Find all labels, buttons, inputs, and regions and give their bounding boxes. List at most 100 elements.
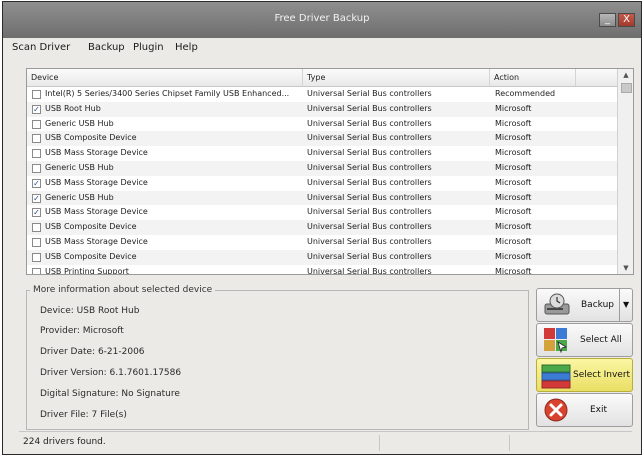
backup-label: Backup — [581, 300, 614, 310]
exit-button[interactable]: Exit — [536, 393, 633, 427]
scroll-up-icon[interactable]: ▲ — [618, 69, 633, 81]
row-checkbox[interactable] — [32, 149, 41, 159]
device-cell: Generic USB Hub — [45, 162, 114, 172]
type-cell: Universal Serial Bus controllers — [307, 162, 432, 172]
type-cell: Universal Serial Bus controllers — [307, 177, 432, 187]
row-checkbox[interactable] — [32, 90, 41, 99]
vertical-scrollbar[interactable]: ▲ ▼ — [617, 69, 633, 274]
action-cell: Microsoft — [495, 103, 532, 113]
device-cell: USB Composite Device — [45, 251, 137, 261]
device-info-legend: More information about selected device — [30, 285, 216, 295]
device-cell: Generic USB Hub — [45, 192, 114, 202]
menu-help[interactable]: Help — [175, 42, 198, 53]
status-text: 224 drivers found. — [23, 437, 106, 447]
row-checkbox[interactable] — [32, 267, 41, 274]
driver-rows: Intel(R) 5 Series/3400 Series Chipset Fa… — [27, 87, 617, 275]
menu-plugin[interactable]: Plugin — [133, 42, 164, 53]
app-window: Free Driver Backup _ X Scan Driver Backu… — [2, 1, 642, 455]
window-title: Free Driver Backup — [274, 13, 370, 24]
select-invert-button[interactable]: Select Invert — [536, 358, 633, 392]
table-row[interactable]: USB Printing Support Universal Serial Bus… — [27, 265, 617, 275]
column-header-action[interactable]: Action — [490, 69, 576, 86]
device-cell: USB Mass Storage Device — [45, 148, 148, 158]
scroll-down-icon[interactable]: ▼ — [618, 262, 633, 274]
row-checkbox[interactable] — [32, 223, 41, 233]
info-driver-file: Driver File: 7 File(s) — [40, 410, 127, 420]
backup-split-divider — [619, 289, 620, 321]
row-checkbox[interactable] — [32, 252, 41, 262]
table-row[interactable]: ✓ USB Mass Storage Device Universal Serial… — [27, 205, 617, 220]
table-row[interactable]: Intel(R) 5 Series/3400 Series Chipset Fa… — [27, 87, 617, 102]
type-cell: Universal Serial Bus controllers — [307, 236, 432, 246]
table-row[interactable]: USB Composite Device Universal Serial Bus… — [27, 249, 617, 265]
title-bar[interactable]: Free Driver Backup _ X — [3, 2, 641, 38]
action-cell: Microsoft — [495, 148, 532, 158]
device-cell: USB Composite Device — [45, 133, 137, 143]
device-cell: USB Composite Device — [45, 222, 137, 232]
info-provider: Provider: Microsoft — [40, 326, 124, 336]
type-cell: Universal Serial Bus controllers — [307, 133, 432, 143]
table-row[interactable]: Generic USB Hub Universal Serial Bus cont… — [27, 117, 617, 132]
select-all-icon — [543, 327, 569, 356]
action-cell: Microsoft — [495, 236, 532, 246]
row-checkbox[interactable] — [32, 134, 41, 144]
info-digital-signature: Digital Signature: No Signature — [40, 389, 180, 399]
device-info-panel: More information about selected device D… — [26, 285, 529, 430]
type-cell: Universal Serial Bus controllers — [307, 222, 432, 232]
table-row[interactable]: USB Mass Storage Device Universal Serial … — [27, 235, 617, 250]
type-cell: Universal Serial Bus controllers — [307, 118, 432, 128]
action-cell: Recommended — [495, 89, 556, 98]
type-cell: Universal Serial Bus controllers — [307, 148, 432, 158]
device-cell: Generic USB Hub — [45, 118, 114, 128]
device-cell: USB Root Hub — [45, 103, 101, 113]
table-row[interactable]: ✓ USB Mass Storage Device Universal Serial… — [27, 176, 617, 191]
action-cell: Microsoft — [495, 177, 532, 187]
table-row[interactable]: ✓ USB Root Hub Universal Serial Bus contro… — [27, 101, 617, 117]
select-all-button[interactable]: Select All — [536, 323, 633, 357]
action-cell: Microsoft — [495, 266, 532, 275]
row-checkbox[interactable]: ✓ — [32, 193, 41, 203]
status-bar: 224 drivers found. — [19, 431, 632, 454]
status-divider — [379, 435, 380, 451]
minimize-button[interactable]: _ — [599, 13, 616, 27]
row-checkbox[interactable] — [32, 237, 41, 247]
action-cell: Microsoft — [495, 118, 532, 128]
dropdown-arrow-icon[interactable]: ▼ — [623, 300, 629, 309]
select-invert-label: Select Invert — [573, 370, 631, 380]
select-all-label: Select All — [580, 335, 622, 345]
action-cell: Microsoft — [495, 162, 532, 172]
table-row[interactable]: ✓ Generic USB Hub Universal Serial Bus con… — [27, 190, 617, 206]
action-cell: Microsoft — [495, 133, 532, 143]
list-header: Device Type Action — [27, 69, 617, 87]
info-driver-date: Driver Date: 6-21-2006 — [40, 347, 145, 357]
backup-button[interactable]: Backup ▼ — [536, 288, 633, 322]
scroll-thumb[interactable] — [621, 83, 632, 93]
type-cell: Universal Serial Bus controllers — [307, 207, 432, 217]
row-checkbox[interactable] — [32, 163, 41, 173]
menu-backup[interactable]: Backup — [88, 42, 125, 53]
device-cell: USB Mass Storage Device — [45, 236, 148, 246]
row-checkbox[interactable]: ✓ — [32, 208, 41, 218]
column-header-device[interactable]: Device — [27, 69, 303, 86]
status-divider — [509, 435, 510, 451]
select-invert-icon — [541, 363, 571, 392]
table-row[interactable]: Generic USB Hub Universal Serial Bus cont… — [27, 160, 617, 176]
row-checkbox[interactable]: ✓ — [32, 104, 41, 114]
table-row[interactable]: USB Composite Device Universal Serial Bus… — [27, 131, 617, 147]
close-button[interactable]: X — [618, 13, 635, 27]
device-cell: Intel(R) 5 Series/3400 Series Chipset Fa… — [45, 89, 290, 98]
table-row[interactable]: USB Composite Device Universal Serial Bus… — [27, 220, 617, 235]
column-header-type[interactable]: Type — [303, 69, 490, 86]
menu-bar: Scan Driver Backup Plugin Help — [3, 40, 641, 58]
driver-list[interactable]: Device Type Action Intel(R) 5 Series/340… — [26, 68, 634, 275]
type-cell: Universal Serial Bus controllers — [307, 251, 432, 261]
type-cell: Universal Serial Bus controllers — [307, 89, 432, 98]
type-cell: Universal Serial Bus controllers — [307, 192, 432, 202]
row-checkbox[interactable]: ✓ — [32, 178, 41, 188]
row-checkbox[interactable] — [32, 119, 41, 129]
table-row[interactable]: USB Mass Storage Device Universal Serial … — [27, 146, 617, 161]
device-cell: USB Mass Storage Device — [45, 207, 148, 217]
info-device: Device: USB Root Hub — [40, 306, 140, 316]
device-cell: USB Printing Support — [45, 266, 129, 275]
menu-scan-driver[interactable]: Scan Driver — [12, 42, 70, 53]
